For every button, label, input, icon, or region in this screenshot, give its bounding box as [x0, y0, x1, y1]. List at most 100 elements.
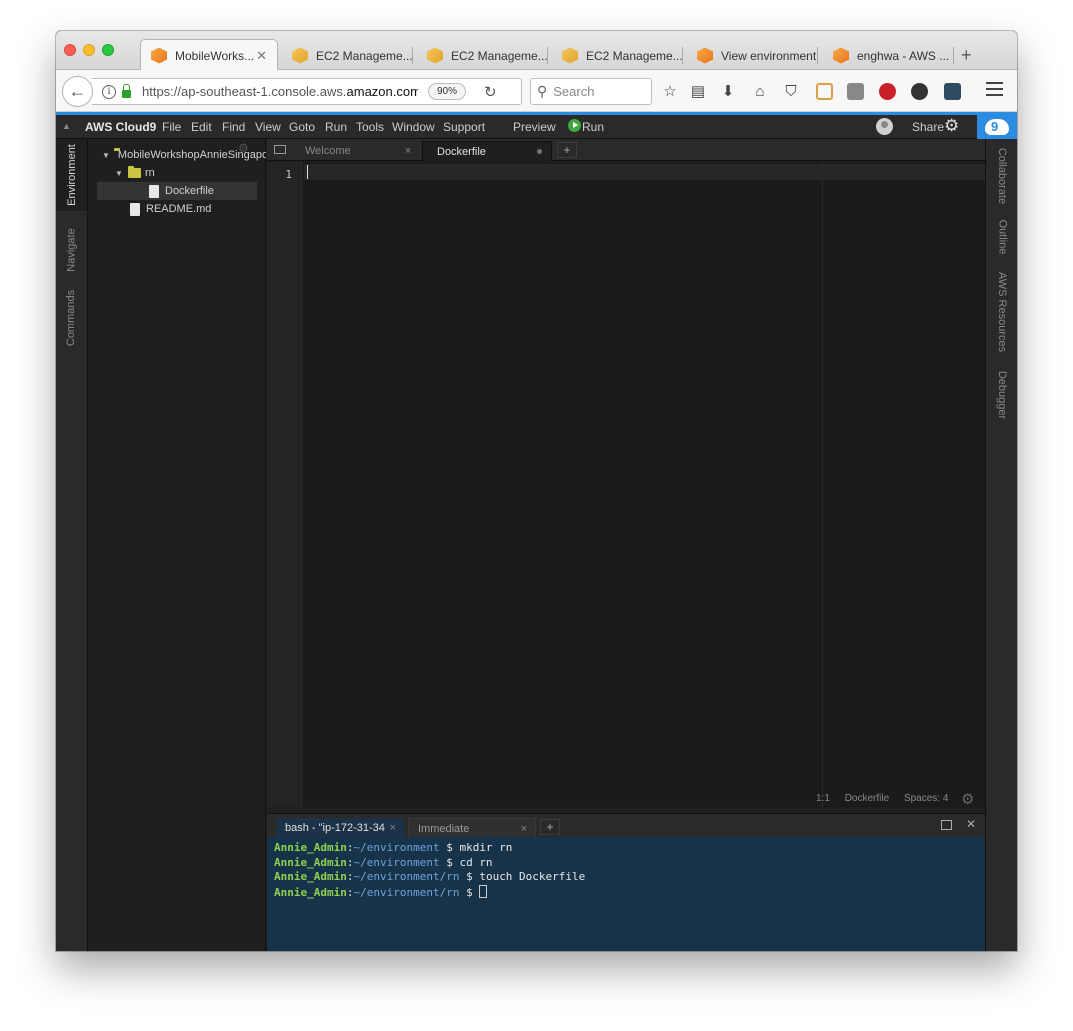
browser-tab-ec2-1[interactable]: EC2 Manageme... [282, 41, 413, 70]
zoom-window-button[interactable] [102, 44, 114, 56]
tab-title: EC2 Manageme... [451, 48, 548, 63]
right-panel-tabs: Collaborate Outline AWS Resources Debugg… [985, 139, 1017, 951]
tree-item-readme[interactable]: README.md [88, 200, 266, 218]
new-tab-button[interactable]: + [961, 45, 972, 66]
browser-tab-view-environment[interactable]: View environment [687, 41, 818, 70]
preview-button[interactable]: Preview [513, 120, 556, 134]
new-terminal-tab-button[interactable]: + [540, 819, 560, 835]
ide-brand[interactable]: AWS Cloud9 [85, 120, 156, 134]
downloads-icon[interactable]: ⬇ [718, 81, 738, 101]
menu-icon[interactable] [986, 82, 1003, 97]
tab-welcome[interactable]: Welcome × [291, 141, 418, 161]
bookmark-star-icon[interactable]: ☆ [660, 81, 680, 101]
menu-view[interactable]: View [255, 120, 281, 134]
url-bar[interactable]: i https://ap-southeast-1.console.aws.ama… [92, 78, 522, 105]
close-icon[interactable]: × [405, 145, 411, 157]
back-button[interactable]: ← [62, 76, 93, 107]
extension-icon[interactable] [814, 81, 834, 101]
restore-panel-icon[interactable] [941, 820, 952, 830]
reading-list-icon[interactable]: ▤ [688, 81, 708, 101]
expand-arrow-icon[interactable]: ▼ [114, 169, 124, 178]
extension-icon[interactable] [942, 81, 962, 101]
menu-tools[interactable]: Tools [356, 120, 384, 134]
new-editor-tab-button[interactable]: + [557, 142, 577, 158]
tree-item-root[interactable]: ▼ MobileWorkshopAnnieSingapore [88, 146, 266, 164]
tab-title: View environment [721, 48, 817, 63]
tree-item-dockerfile[interactable]: Dockerfile [97, 182, 257, 200]
tab-bash[interactable]: bash - "ip-172-31-34 × [276, 818, 404, 838]
run-button[interactable]: Run [582, 120, 604, 134]
code-editor[interactable] [304, 162, 985, 807]
menu-find[interactable]: Find [222, 120, 245, 134]
tree-item-rn[interactable]: ▼ rn [88, 164, 266, 182]
reload-icon[interactable]: ↻ [484, 83, 497, 101]
tab-dockerfile[interactable]: Dockerfile [422, 141, 552, 161]
panel-toggle-icon[interactable] [274, 145, 286, 154]
tab-aws-resources[interactable]: AWS Resources [986, 267, 1017, 357]
expand-arrow-icon[interactable]: ▼ [102, 151, 110, 160]
share-button[interactable]: Share [912, 120, 944, 134]
left-panel-tabs: Environment Navigate Commands [56, 139, 88, 951]
avatar[interactable] [876, 118, 893, 135]
active-line [304, 164, 985, 180]
close-icon[interactable]: × [390, 822, 396, 834]
zoom-level-badge[interactable]: 90% [428, 83, 466, 100]
menu-file[interactable]: File [162, 120, 181, 134]
search-input[interactable]: ⚲ Search [530, 78, 652, 105]
ide-menu-bar: ▲ AWS Cloud9 File Edit Find View Goto Ru… [56, 115, 1017, 139]
menu-goto[interactable]: Goto [289, 120, 315, 134]
tab-immediate[interactable]: Immediate × [408, 818, 536, 838]
tab-debugger[interactable]: Debugger [986, 365, 1017, 425]
unsaved-dot-icon[interactable] [537, 149, 542, 154]
tab-navigate[interactable]: Navigate [56, 219, 87, 281]
browser-tab-enghwa[interactable]: enghwa - AWS ... [823, 41, 954, 70]
browser-tab-ec2-3[interactable]: EC2 Manageme... [552, 41, 683, 70]
close-window-button[interactable] [64, 44, 76, 56]
file-icon [149, 184, 159, 198]
terminal-line: Annie_Admin:~/environment/rn $ [274, 884, 978, 900]
cloud9-logo[interactable]: 9 [977, 115, 1017, 139]
close-icon[interactable]: × [521, 823, 527, 835]
aws-cube-icon [833, 47, 849, 64]
browser-window: MobileWorks... ✕ EC2 Manageme... EC2 Man… [56, 31, 1017, 951]
tab-close-icon[interactable]: ✕ [256, 48, 267, 64]
pocket-icon[interactable]: ⛉ [781, 81, 801, 101]
menu-edit[interactable]: Edit [191, 120, 212, 134]
url-text[interactable]: https://ap-southeast-1.console.aws.amazo… [142, 84, 418, 99]
tab-label: bash - "ip-172-31-34 [285, 822, 385, 834]
close-panel-icon[interactable]: ✕ [966, 817, 976, 831]
home-icon[interactable]: ⌂ [750, 81, 770, 101]
folder-icon [128, 166, 141, 178]
file-tree: ⚙ ▼ MobileWorkshopAnnieSingapore ▼ rn Do… [88, 139, 266, 951]
indent-setting[interactable]: Spaces: 4 [904, 793, 948, 804]
tab-label: Dockerfile [437, 145, 486, 158]
aws-cube-icon [151, 47, 167, 64]
syntax-mode[interactable]: Dockerfile [845, 793, 889, 804]
menu-support[interactable]: Support [443, 120, 485, 134]
cursor-position[interactable]: 1:1 [816, 793, 830, 804]
sync-icon[interactable] [909, 81, 929, 101]
collapse-menu-icon[interactable]: ▲ [62, 121, 71, 131]
info-icon[interactable]: i [102, 84, 116, 99]
lock-icon[interactable] [122, 83, 131, 98]
tab-outline[interactable]: Outline [986, 215, 1017, 259]
adblock-icon[interactable] [877, 81, 897, 101]
tab-collaborate[interactable]: Collaborate [986, 143, 1017, 209]
gear-icon[interactable]: ⚙ [961, 790, 974, 808]
minimize-window-button[interactable] [83, 44, 95, 56]
browser-tab-mobileworkshop[interactable]: MobileWorks... ✕ [140, 39, 278, 71]
search-placeholder: Search [553, 84, 595, 99]
tab-commands[interactable]: Commands [56, 281, 87, 355]
terminal[interactable]: Annie_Admin:~/environment $ mkdir rn Ann… [267, 837, 985, 951]
editor-status-bar: 1:1 Dockerfile Spaces: 4 [816, 793, 948, 804]
extension-icon[interactable] [845, 81, 865, 101]
print-margin [822, 162, 823, 807]
file-icon [130, 202, 140, 216]
browser-tab-ec2-2[interactable]: EC2 Manageme... [417, 41, 548, 70]
menu-run[interactable]: Run [325, 120, 347, 134]
tab-environment[interactable]: Environment [56, 139, 87, 211]
menu-window[interactable]: Window [392, 120, 435, 134]
play-icon[interactable] [568, 119, 581, 132]
gear-icon[interactable]: ⚙ [944, 116, 959, 136]
tree-item-label: Dockerfile [165, 185, 214, 197]
